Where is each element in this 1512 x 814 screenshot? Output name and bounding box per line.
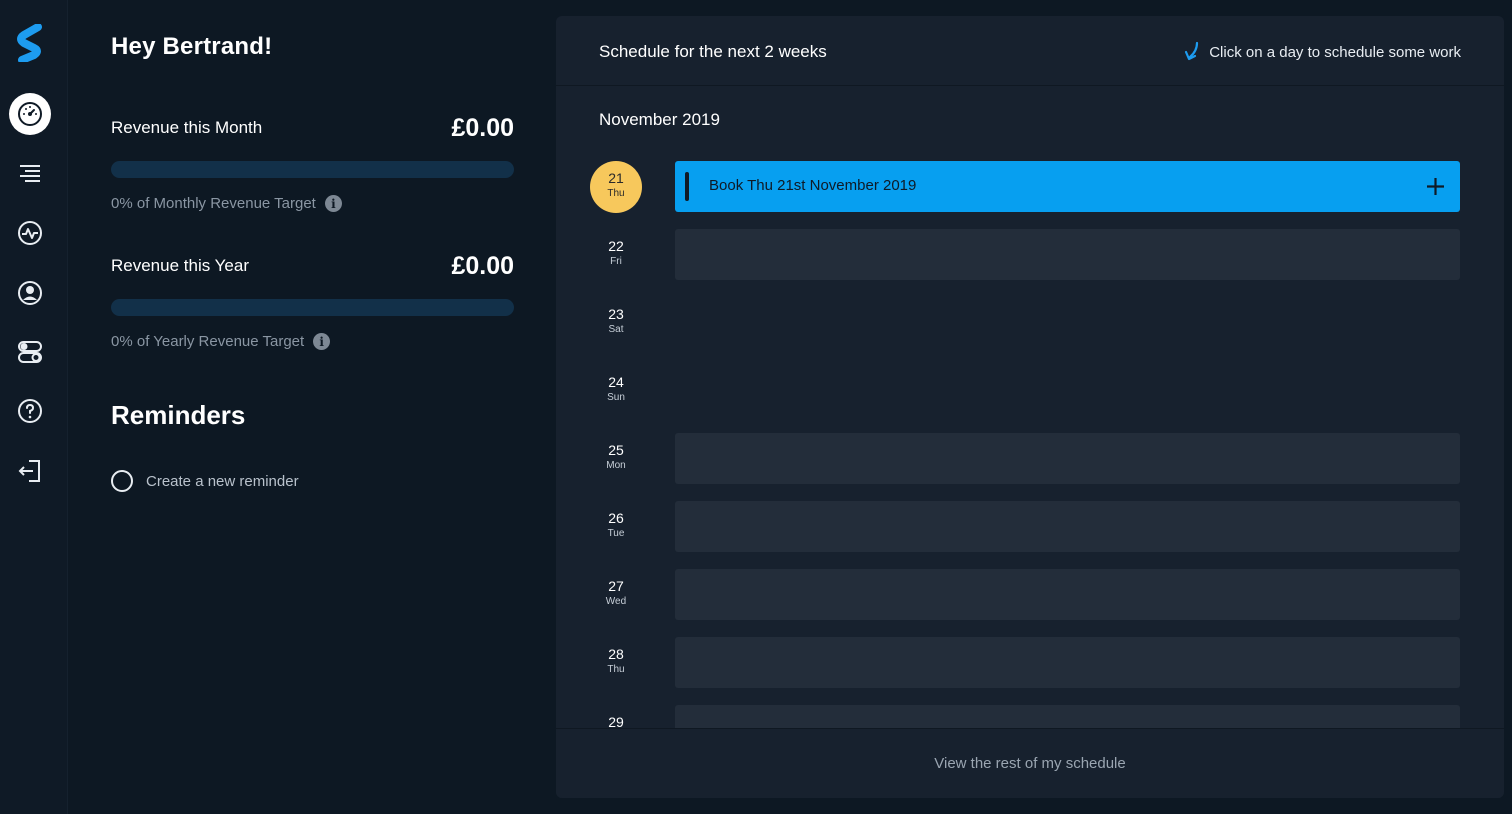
day-22: 22 Fri xyxy=(590,229,642,281)
day-28: 28 Thu xyxy=(590,637,642,689)
year-revenue-progress xyxy=(111,299,514,316)
month-revenue-value: £0.00 xyxy=(451,114,514,142)
day-27: 27 Wed xyxy=(590,569,642,621)
plus-icon[interactable] xyxy=(1425,176,1446,197)
logout-icon xyxy=(18,460,40,482)
activity-icon xyxy=(18,221,42,245)
info-icon[interactable]: i xyxy=(313,333,331,350)
month-target-text: 0% of Monthly Revenue Target i xyxy=(111,195,342,212)
schedule-panel: Schedule for the next 2 weeks Click on a… xyxy=(556,16,1504,798)
book-day-label: Book Thu 21st November 2019 xyxy=(709,177,917,194)
schedule-hint: Click on a day to schedule some work xyxy=(1183,41,1461,63)
day-slot[interactable] xyxy=(675,433,1460,484)
month-revenue-label: Revenue this Month xyxy=(111,118,263,137)
nav-logout[interactable] xyxy=(9,450,51,492)
day-name: Thu xyxy=(607,188,625,199)
day-slot[interactable] xyxy=(675,637,1460,688)
year-revenue-label: Revenue this Year xyxy=(111,256,249,275)
day-number: 27 xyxy=(608,578,624,594)
day-slot[interactable] xyxy=(675,501,1460,552)
dashboard-icon xyxy=(18,102,42,126)
day-name: Mon xyxy=(606,460,626,471)
nav-activity[interactable] xyxy=(9,212,51,254)
create-reminder-button[interactable]: Create a new reminder xyxy=(111,470,299,492)
schedule-hint-text: Click on a day to schedule some work xyxy=(1209,43,1461,61)
day-number: 28 xyxy=(608,646,624,662)
day-number: 25 xyxy=(608,442,624,458)
schedule-header: Schedule for the next 2 weeks Click on a… xyxy=(556,16,1504,86)
day-24: 24 Sun xyxy=(590,365,642,417)
nav-dashboard[interactable] xyxy=(9,93,51,135)
dashboard-summary: Hey Bertrand! Revenue this Month £0.00 0… xyxy=(111,0,514,814)
day-23: 23 Sat xyxy=(590,297,642,349)
day-number: 21 xyxy=(608,170,624,186)
year-target-label: 0% of Yearly Revenue Target xyxy=(111,333,305,350)
s-logo-icon[interactable] xyxy=(14,24,46,62)
nav-settings[interactable] xyxy=(9,331,51,373)
day-26: 26 Tue xyxy=(590,501,642,553)
sidebar xyxy=(0,0,68,814)
day-number: 26 xyxy=(608,510,624,526)
schedule-footer: View the rest of my schedule xyxy=(556,728,1504,798)
schedule-month: November 2019 xyxy=(599,110,720,129)
day-21: 21 Thu xyxy=(590,161,642,213)
create-reminder-label: Create a new reminder xyxy=(146,472,299,490)
circle-icon[interactable] xyxy=(111,470,133,492)
user-icon xyxy=(18,281,42,305)
nav-help[interactable] xyxy=(9,390,51,432)
day-slot[interactable] xyxy=(675,229,1460,280)
day-name: Thu xyxy=(607,664,625,675)
list-icon xyxy=(20,165,40,182)
day-number: 24 xyxy=(608,374,624,390)
toggles-icon xyxy=(18,341,42,363)
month-target-label: 0% of Monthly Revenue Target xyxy=(111,195,316,212)
day-number: 22 xyxy=(608,238,624,254)
slot-marker xyxy=(685,172,689,201)
day-25: 25 Mon xyxy=(590,433,642,485)
day-name: Tue xyxy=(607,528,625,539)
schedule-title: Schedule for the next 2 weeks xyxy=(599,42,827,61)
year-revenue-value: £0.00 xyxy=(451,252,514,280)
day-name: Sat xyxy=(608,324,624,335)
arrow-down-left-icon xyxy=(1185,41,1199,61)
nav-profile[interactable] xyxy=(9,272,51,314)
day-slot[interactable] xyxy=(675,569,1460,620)
month-revenue-progress xyxy=(111,161,514,178)
view-schedule-link[interactable]: View the rest of my schedule xyxy=(556,755,1504,772)
greeting-heading: Hey Bertrand! xyxy=(111,33,273,60)
reminders-heading: Reminders xyxy=(111,400,246,430)
day-number: 23 xyxy=(608,306,624,322)
year-target-text: 0% of Yearly Revenue Target i xyxy=(111,333,331,350)
day-name: Wed xyxy=(605,596,627,607)
book-day-slot[interactable]: Book Thu 21st November 2019 xyxy=(675,161,1460,212)
nav-list[interactable] xyxy=(9,153,51,195)
day-name: Fri xyxy=(610,256,622,267)
help-icon xyxy=(18,399,42,423)
info-icon[interactable]: i xyxy=(324,195,342,212)
day-name: Sun xyxy=(607,392,625,403)
